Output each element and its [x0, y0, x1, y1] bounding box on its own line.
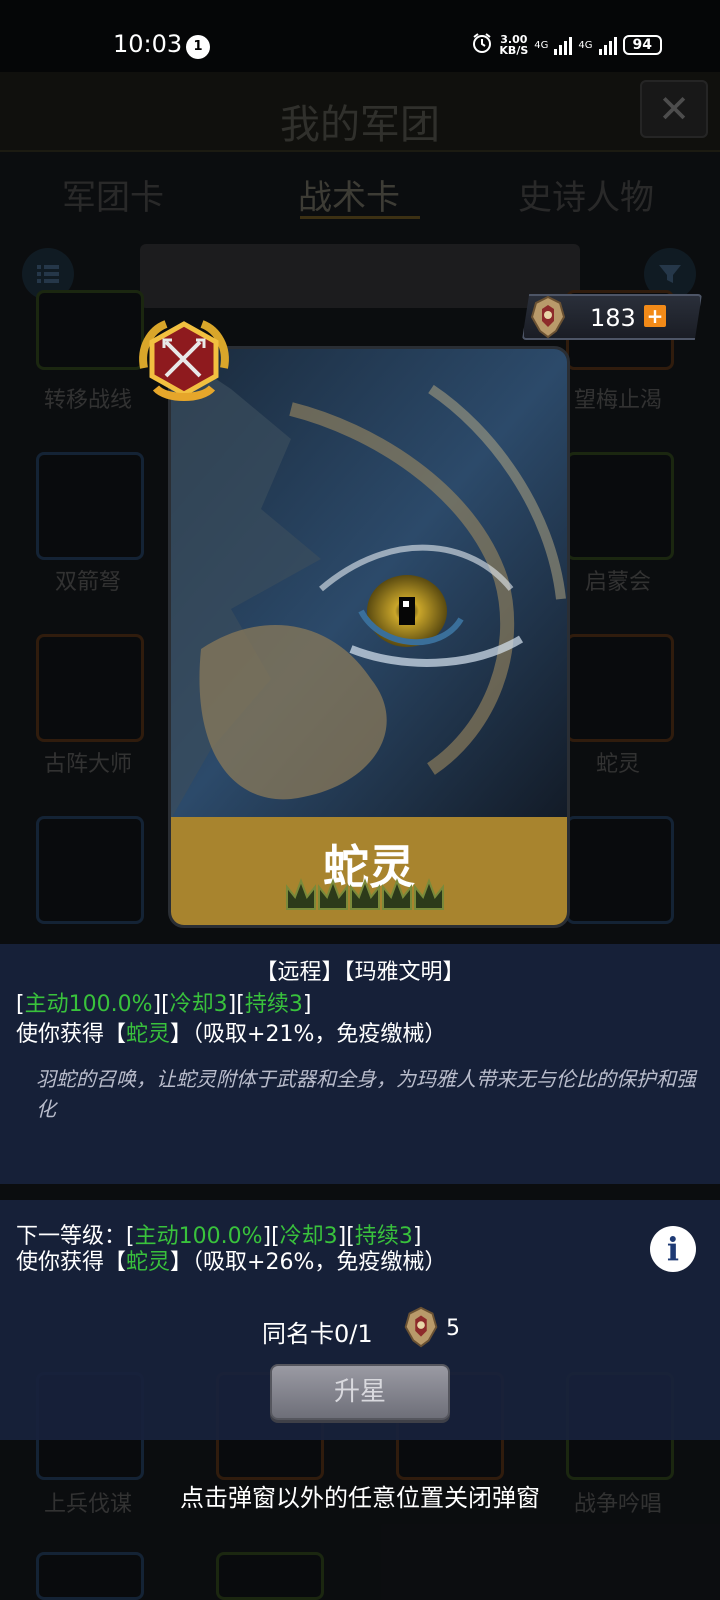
star-crowns — [286, 878, 444, 910]
battery-indicator: 94 — [622, 35, 662, 55]
duplicate-card-count: 同名卡0/1 — [262, 1320, 373, 1348]
add-currency-button[interactable]: + — [644, 305, 666, 327]
currency-value: 183 — [590, 304, 636, 332]
card-effect: 使你获得【蛇灵】（吸取+21%，免疫缴械） — [16, 1022, 447, 1047]
signal-icon-2 — [598, 35, 617, 55]
card-tags: 【远程】【玛雅文明】 — [255, 960, 465, 985]
alarm-icon — [471, 32, 493, 58]
cooldown: 冷却3 — [169, 992, 228, 1017]
upgrade-cost: 5 — [446, 1316, 460, 1341]
active-chance: 主动100.0% — [24, 992, 153, 1017]
status-time: 10:03 — [113, 30, 183, 58]
signal-icon — [554, 35, 573, 55]
serpent-eye-artwork — [171, 349, 567, 819]
card-stats: [主动100.0%][冷却3][持续3] — [16, 992, 312, 1017]
next-level-effect: 使你获得【蛇灵】（吸取+26%，免疫缴械） — [16, 1250, 447, 1275]
ranged-badge-icon — [139, 320, 229, 401]
notification-badge: 1 — [186, 35, 210, 59]
medal-crest-icon — [404, 1306, 438, 1348]
net-type-1: 4G — [534, 39, 549, 51]
status-icons: 3.00 KB/S 4G 4G 94 — [471, 32, 662, 58]
close-hint-text: 点击弹窗以外的任意位置关闭弹窗 — [180, 1484, 540, 1512]
net-type-2: 4G — [578, 39, 593, 51]
tactic-card: 蛇灵 — [168, 346, 570, 928]
flavor-text: 羽蛇的召唤，让蛇灵附体于武器和全身，为玛雅人带来无与伦比的保护和强化 — [36, 1067, 696, 1121]
status-bar: 10:03 1 3.00 KB/S 4G 4G 94 — [0, 0, 720, 72]
buff-name: 蛇灵 — [126, 1022, 171, 1047]
upgrade-star-button[interactable]: 升星 — [270, 1364, 450, 1420]
duration: 持续3 — [244, 992, 303, 1017]
medal-crest-icon — [530, 295, 566, 339]
info-icon[interactable]: i — [650, 1226, 696, 1272]
net-speed: 3.00 KB/S — [499, 33, 529, 57]
